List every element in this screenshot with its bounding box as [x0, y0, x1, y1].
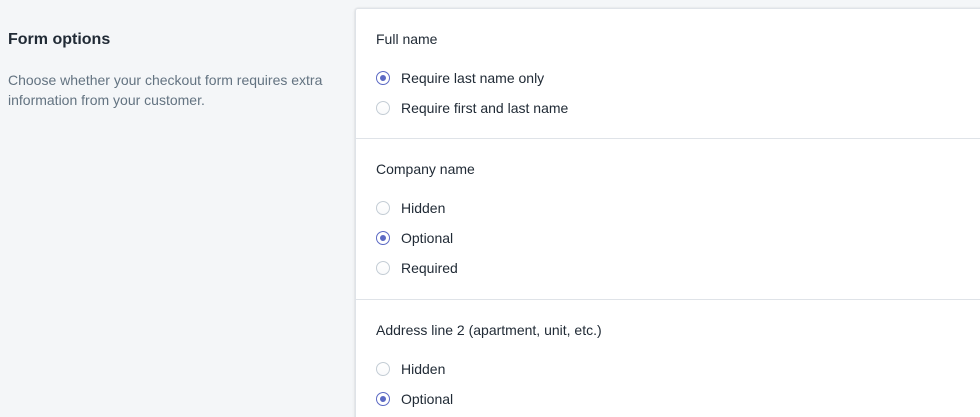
radio-button-checked[interactable] [376, 392, 390, 406]
section-heading: Form options [8, 31, 111, 48]
radio-option-address-hidden[interactable]: Hidden [376, 354, 961, 384]
radio-option-company-optional[interactable]: Optional [376, 223, 961, 253]
radio-label[interactable]: Require first and last name [401, 99, 568, 117]
section-description: Choose whether your checkout form requir… [8, 72, 323, 108]
company-name-title: Company name [376, 161, 475, 177]
full-name-section: Full name Require last name only Require… [356, 9, 980, 139]
full-name-title: Full name [376, 31, 438, 47]
radio-label[interactable]: Require last name only [401, 69, 544, 87]
radio-option-require-first-and-last-name[interactable]: Require first and last name [376, 93, 961, 123]
address-line-2-section: Address line 2 (apartment, unit, etc.) H… [356, 300, 980, 414]
form-options-intro: Form options Choose whether your checkou… [8, 30, 328, 110]
radio-button[interactable] [376, 261, 390, 275]
radio-button[interactable] [376, 201, 390, 215]
radio-label[interactable]: Required [401, 259, 458, 277]
checkout-form-options-page: Form options Choose whether your checkou… [0, 0, 980, 417]
radio-option-company-hidden[interactable]: Hidden [376, 193, 961, 223]
radio-label[interactable]: Optional [401, 229, 453, 247]
radio-button[interactable] [376, 101, 390, 115]
company-name-section: Company name Hidden Optional Required [356, 139, 980, 300]
radio-option-company-required[interactable]: Required [376, 253, 961, 283]
radio-label[interactable]: Optional [401, 390, 453, 408]
radio-option-require-last-name-only[interactable]: Require last name only [376, 63, 961, 93]
radio-button-checked[interactable] [376, 71, 390, 85]
radio-label[interactable]: Hidden [401, 199, 445, 217]
form-options-card: Full name Require last name only Require… [355, 8, 980, 417]
radio-button-checked[interactable] [376, 231, 390, 245]
radio-label[interactable]: Hidden [401, 360, 445, 378]
address-line-2-title: Address line 2 (apartment, unit, etc.) [376, 322, 602, 338]
radio-option-address-optional[interactable]: Optional [376, 384, 961, 414]
radio-button[interactable] [376, 362, 390, 376]
